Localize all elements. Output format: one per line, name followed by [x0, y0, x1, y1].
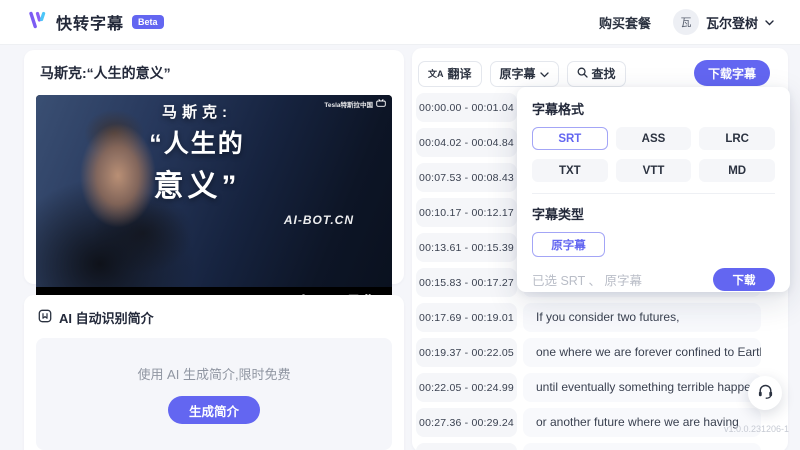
type-section-title: 字幕类型: [532, 204, 775, 223]
username: 瓦尔登树: [706, 13, 758, 32]
subtitle-text[interactable]: If you consider two futures,: [523, 303, 761, 332]
beta-badge: Beta: [132, 15, 164, 29]
subtitle-timestamp[interactable]: 00:27.36 - 00:29.24: [416, 408, 517, 437]
subtitle-row: 00:22.05 - 00:24.99 until eventually som…: [416, 373, 784, 402]
brand: 快转字幕 Beta: [26, 9, 164, 36]
subtitle-timestamp[interactable]: 00:29.24 - 00:30.71: [416, 443, 517, 450]
type-options: 原字幕: [532, 232, 775, 257]
generate-summary-button[interactable]: 生成简介: [168, 396, 260, 424]
subtitle-timestamp[interactable]: 00:15.83 - 00:17.27: [416, 268, 517, 297]
video-card: 马斯克:“人生的意义” Tesla特斯拉中国 马斯克: “人生的 意义” AI-…: [24, 50, 404, 284]
buy-plan-link[interactable]: 购买套餐: [599, 13, 651, 32]
format-option-lrc[interactable]: LRC: [699, 127, 775, 150]
format-option-ass[interactable]: ASS: [616, 127, 692, 150]
app-logo-icon: [26, 9, 48, 36]
site-watermark: AI-BOT.CN: [284, 213, 354, 227]
selection-summary: 已选 SRT 、 原字幕: [532, 270, 642, 289]
video-headline: 马斯克: “人生的 意义”: [132, 101, 262, 205]
ai-summary-box: 使用 AI 生成简介,限时免费 生成简介: [36, 338, 392, 450]
type-option[interactable]: 原字幕: [532, 232, 605, 257]
confirm-download-button[interactable]: 下载: [713, 268, 775, 291]
translate-icon: 文A: [428, 67, 444, 80]
headset-icon: [757, 383, 774, 404]
subtitle-type-dropdown[interactable]: 原字幕: [490, 61, 559, 87]
subtitle-row: 00:19.37 - 00:22.05 one where we are for…: [416, 338, 784, 367]
ai-card-title: AI 自动识别简介: [59, 308, 154, 327]
find-button[interactable]: 查找: [567, 61, 626, 87]
subtitle-timestamp[interactable]: 00:10.17 - 00:12.17: [416, 198, 517, 227]
chevron-down-icon: [765, 13, 774, 31]
translate-button[interactable]: 文A 翻译: [418, 61, 482, 87]
subtitle-row: 00:29.24 - 00:30.71 long-term sustainabl…: [416, 443, 784, 450]
subtitle-text[interactable]: long-term sustainable transport: [523, 443, 761, 450]
app-title: 快转字幕: [56, 10, 124, 34]
bilibili-icon: [376, 99, 386, 109]
popover-divider: [532, 193, 775, 194]
format-options: SRT ASS LRC TXT VTT MD: [532, 127, 775, 182]
chevron-down-icon: [540, 67, 549, 81]
video-player[interactable]: Tesla特斯拉中国 马斯克: “人生的 意义” AI-BOT.CN ▶ 0:0…: [36, 95, 392, 322]
subtitle-timestamp[interactable]: 00:07.53 - 00:08.43: [416, 163, 517, 192]
format-option-md[interactable]: MD: [699, 159, 775, 182]
format-section-title: 字幕格式: [532, 99, 775, 118]
subtitle-timestamp[interactable]: 00:04.02 - 00:04.84: [416, 128, 517, 157]
bookmark-icon: [38, 309, 52, 326]
format-option-srt[interactable]: SRT: [532, 127, 608, 150]
subtitle-timestamp[interactable]: 00:17.69 - 00:19.01: [416, 303, 517, 332]
subtitle-timestamp[interactable]: 00:19.37 - 00:22.05: [416, 338, 517, 367]
download-subtitle-button[interactable]: 下载字幕: [694, 60, 770, 86]
version-label: v1.0.0.231206-1: [724, 424, 789, 434]
channel-watermark: Tesla特斯拉中国: [324, 99, 386, 109]
subtitle-timestamp[interactable]: 00:13.61 - 00:15.39: [416, 233, 517, 262]
subtitle-row: 00:17.69 - 00:19.01 If you consider two …: [416, 303, 784, 332]
ai-summary-card: AI 自动识别简介 使用 AI 生成简介,限时免费 生成简介: [24, 295, 404, 450]
subtitle-timestamp[interactable]: 00:22.05 - 00:24.99: [416, 373, 517, 402]
avatar[interactable]: 瓦: [673, 9, 699, 35]
support-headset-button[interactable]: [748, 376, 782, 410]
user-menu[interactable]: 瓦 瓦尔登树: [673, 9, 774, 35]
format-option-vtt[interactable]: VTT: [616, 159, 692, 182]
video-title: 马斯克:“人生的意义”: [24, 50, 404, 92]
subtitle-text[interactable]: one where we are forever confined to Ear…: [523, 338, 761, 367]
search-icon: [577, 67, 588, 81]
subtitle-text[interactable]: until eventually something terrible happ…: [523, 373, 761, 402]
download-popover: 字幕格式 SRT ASS LRC TXT VTT MD 字幕类型 原字幕 已选 SRT 、…: [517, 87, 790, 292]
subtitle-timestamp[interactable]: 00:00.00 - 00:01.04: [416, 93, 517, 122]
format-option-txt[interactable]: TXT: [532, 159, 608, 182]
ai-hint-text: 使用 AI 生成简介,限时免费: [137, 364, 290, 383]
subtitle-toolbar: 文A 翻译 原字幕 查找 下载字幕: [412, 60, 788, 87]
app-header: 快转字幕 Beta 购买套餐 瓦 瓦尔登树: [0, 0, 800, 45]
